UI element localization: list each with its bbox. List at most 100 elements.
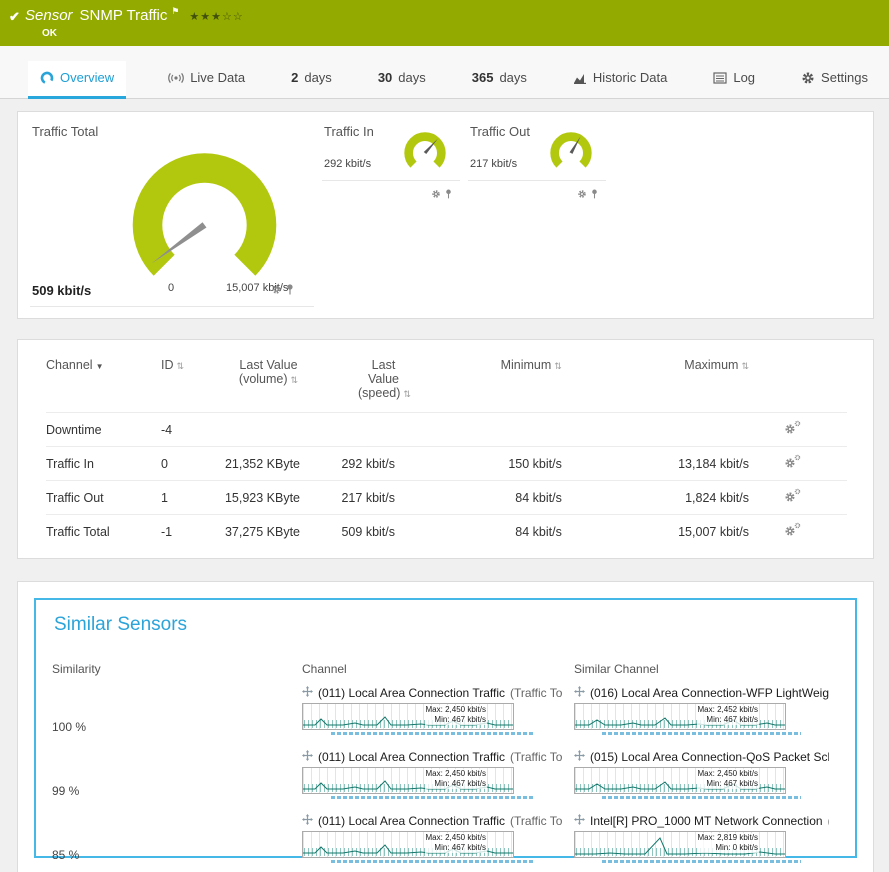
channel-name: Traffic In [46,447,161,481]
last-value-volume: 37,275 KByte [223,515,318,549]
channel-link[interactable]: (011) Local Area Connection Traffic [318,686,505,700]
tab-365-days[interactable]: 365 days [468,61,531,99]
channel-settings-icon[interactable] [784,523,801,537]
similar-row: 99 % (011) Local Area Connection Traffic… [52,750,839,799]
channel-link[interactable]: Intel[R] PRO_1000 MT Network Connection [590,814,823,828]
tab-log[interactable]: Log [709,61,759,99]
mini-graph[interactable]: Max: 2,450 kbit/s Min: 467 kbit/s [302,831,514,858]
channel-gear-icon[interactable] [577,186,587,204]
mini-graph[interactable]: Max: 2,450 kbit/s Min: 467 kbit/s [574,767,786,794]
graph-link-text[interactable] [602,860,801,863]
col-maximum[interactable]: Maximum⇅ [580,354,767,413]
last-value-volume [223,413,318,447]
sort-icon: ⇅ [554,361,562,371]
channel-settings-icon[interactable] [784,455,801,469]
channel-link[interactable]: (015) Local Area Connection-QoS Packet S… [590,750,829,764]
col-minimum[interactable]: Minimum⇅ [413,354,580,413]
tab-2-days[interactable]: 2 days [287,61,336,99]
tab-number: 30 [378,70,392,85]
graph-min-label: Min: 467 kbit/s [425,779,487,789]
similar-sensors-box: Similar Sensors Similarity Channel Simil… [34,598,857,858]
channel-suffix: (Traffic To [510,750,562,764]
maximum-value: 13,184 kbit/s [580,447,767,481]
mini-graph[interactable]: Max: 2,819 kbit/s Min: 0 kbit/s [574,831,786,858]
tab-overview[interactable]: Overview [28,61,126,99]
maximum-value: 15,007 kbit/s [580,515,767,549]
gauge-scale-min: 0 [168,282,174,294]
star-rating[interactable]: ★★★☆☆ [189,11,243,23]
tab-settings[interactable]: Settings [797,61,872,99]
similar-channel-cell: (015) Local Area Connection-QoS Packet S… [574,750,839,799]
channel-name: Traffic Out [46,481,161,515]
similar-row: 100 % (011) Local Area Connection Traffi… [52,686,839,735]
channel-link[interactable]: (016) Local Area Connection-WFP LightWei… [590,686,829,700]
channel-name: Downtime [46,413,161,447]
graph-labels: Max: 2,450 kbit/s Min: 467 kbit/s [425,705,487,725]
table-header-row: Channel▼ ID⇅ Last Value (volume)⇅ Last V… [46,354,847,413]
table-row: Traffic In 0 21,352 KByte 292 kbit/s 150… [46,447,847,481]
table-row: Traffic Total -1 37,275 KByte 509 kbit/s… [46,515,847,549]
table-row: Traffic Out 1 15,923 KByte 217 kbit/s 84… [46,481,847,515]
channel-settings-icon[interactable] [784,421,801,435]
channel-pin-icon[interactable] [286,282,294,300]
overview-icon [40,71,54,85]
sort-icon: ⇅ [291,375,299,385]
tab-historic-data[interactable]: Historic Data [569,61,671,99]
mini-graph[interactable]: Max: 2,450 kbit/s Min: 467 kbit/s [302,703,514,730]
traffic-total-gauge-block: Traffic Total 509 kbit/s 0 15,007 kbit/s [30,122,314,310]
graph-max-label: Max: 2,819 kbit/s [697,833,759,843]
graph-labels: Max: 2,450 kbit/s Min: 467 kbit/s [425,833,487,853]
channel-pin-icon[interactable] [591,186,598,204]
graph-link-text[interactable] [602,796,801,799]
similar-row: 85 % (011) Local Area Connection Traffic… [52,814,839,863]
graph-labels: Max: 2,452 kbit/s Min: 467 kbit/s [697,705,759,725]
move-icon [302,814,313,828]
settings-gear-icon [801,71,815,85]
channel-cell: (011) Local Area Connection Traffic (Tra… [302,686,574,735]
col-last-value-volume[interactable]: Last Value (volume)⇅ [223,354,318,413]
sensor-kind-label: Sensor [25,7,73,24]
traffic-out-gauge-block: Traffic Out 217 kbit/s [468,122,606,310]
graph-max-label: Max: 2,450 kbit/s [697,769,759,779]
tab-label: Log [733,70,755,85]
tab-label: Live Data [190,70,245,85]
table-row: Downtime -4 [46,413,847,447]
col-settings [767,354,847,413]
tab-bar: Overview Live Data 2 days 30 days 365 da… [0,46,889,99]
channel-gear-icon[interactable] [271,282,282,300]
channel-gear-icon[interactable] [431,186,441,204]
col-channel[interactable]: Channel▼ [46,354,161,413]
channel-settings-icon[interactable] [784,489,801,503]
channel-suffix: (Traffic To [510,814,562,828]
mini-graph[interactable]: Max: 2,450 kbit/s Min: 467 kbit/s [302,767,514,794]
channel-id: -4 [161,413,223,447]
sensor-status-bar: ✔ SensorSNMP Traffic⚑★★★☆☆ OK [0,0,889,46]
mini-graph[interactable]: Max: 2,452 kbit/s Min: 467 kbit/s [574,703,786,730]
move-icon [574,750,585,764]
minimum-value: 84 kbit/s [413,515,580,549]
col-channel: Channel [302,662,574,676]
graph-link-text[interactable] [331,860,535,863]
flag-icon[interactable]: ⚑ [171,6,179,16]
graph-link-text[interactable] [331,796,535,799]
col-id[interactable]: ID⇅ [161,354,223,413]
channel-link[interactable]: (011) Local Area Connection Traffic [318,750,505,764]
graph-link-text[interactable] [602,732,801,735]
similar-sensors-title: Similar Sensors [54,614,839,636]
col-last-value-speed[interactable]: Last Value (speed)⇅ [318,354,413,413]
sort-icon: ⇅ [403,389,411,399]
move-icon [574,686,585,700]
status-text: OK [42,28,57,39]
tab-live-data[interactable]: Live Data [164,61,249,99]
graph-labels: Max: 2,450 kbit/s Min: 467 kbit/s [425,769,487,789]
similar-channel-cell: Intel[R] PRO_1000 MT Network Connection … [574,814,839,863]
traffic-in-gauge-block: Traffic In 292 kbit/s [322,122,460,310]
graph-max-label: Max: 2,450 kbit/s [425,705,487,715]
graph-link-text[interactable] [331,732,535,735]
last-value-speed: 509 kbit/s [318,515,413,549]
channel-pin-icon[interactable] [445,186,452,204]
tab-30-days[interactable]: 30 days [374,61,430,99]
channel-link[interactable]: (011) Local Area Connection Traffic [318,814,505,828]
divider [322,180,460,181]
tab-label: Overview [60,70,114,85]
